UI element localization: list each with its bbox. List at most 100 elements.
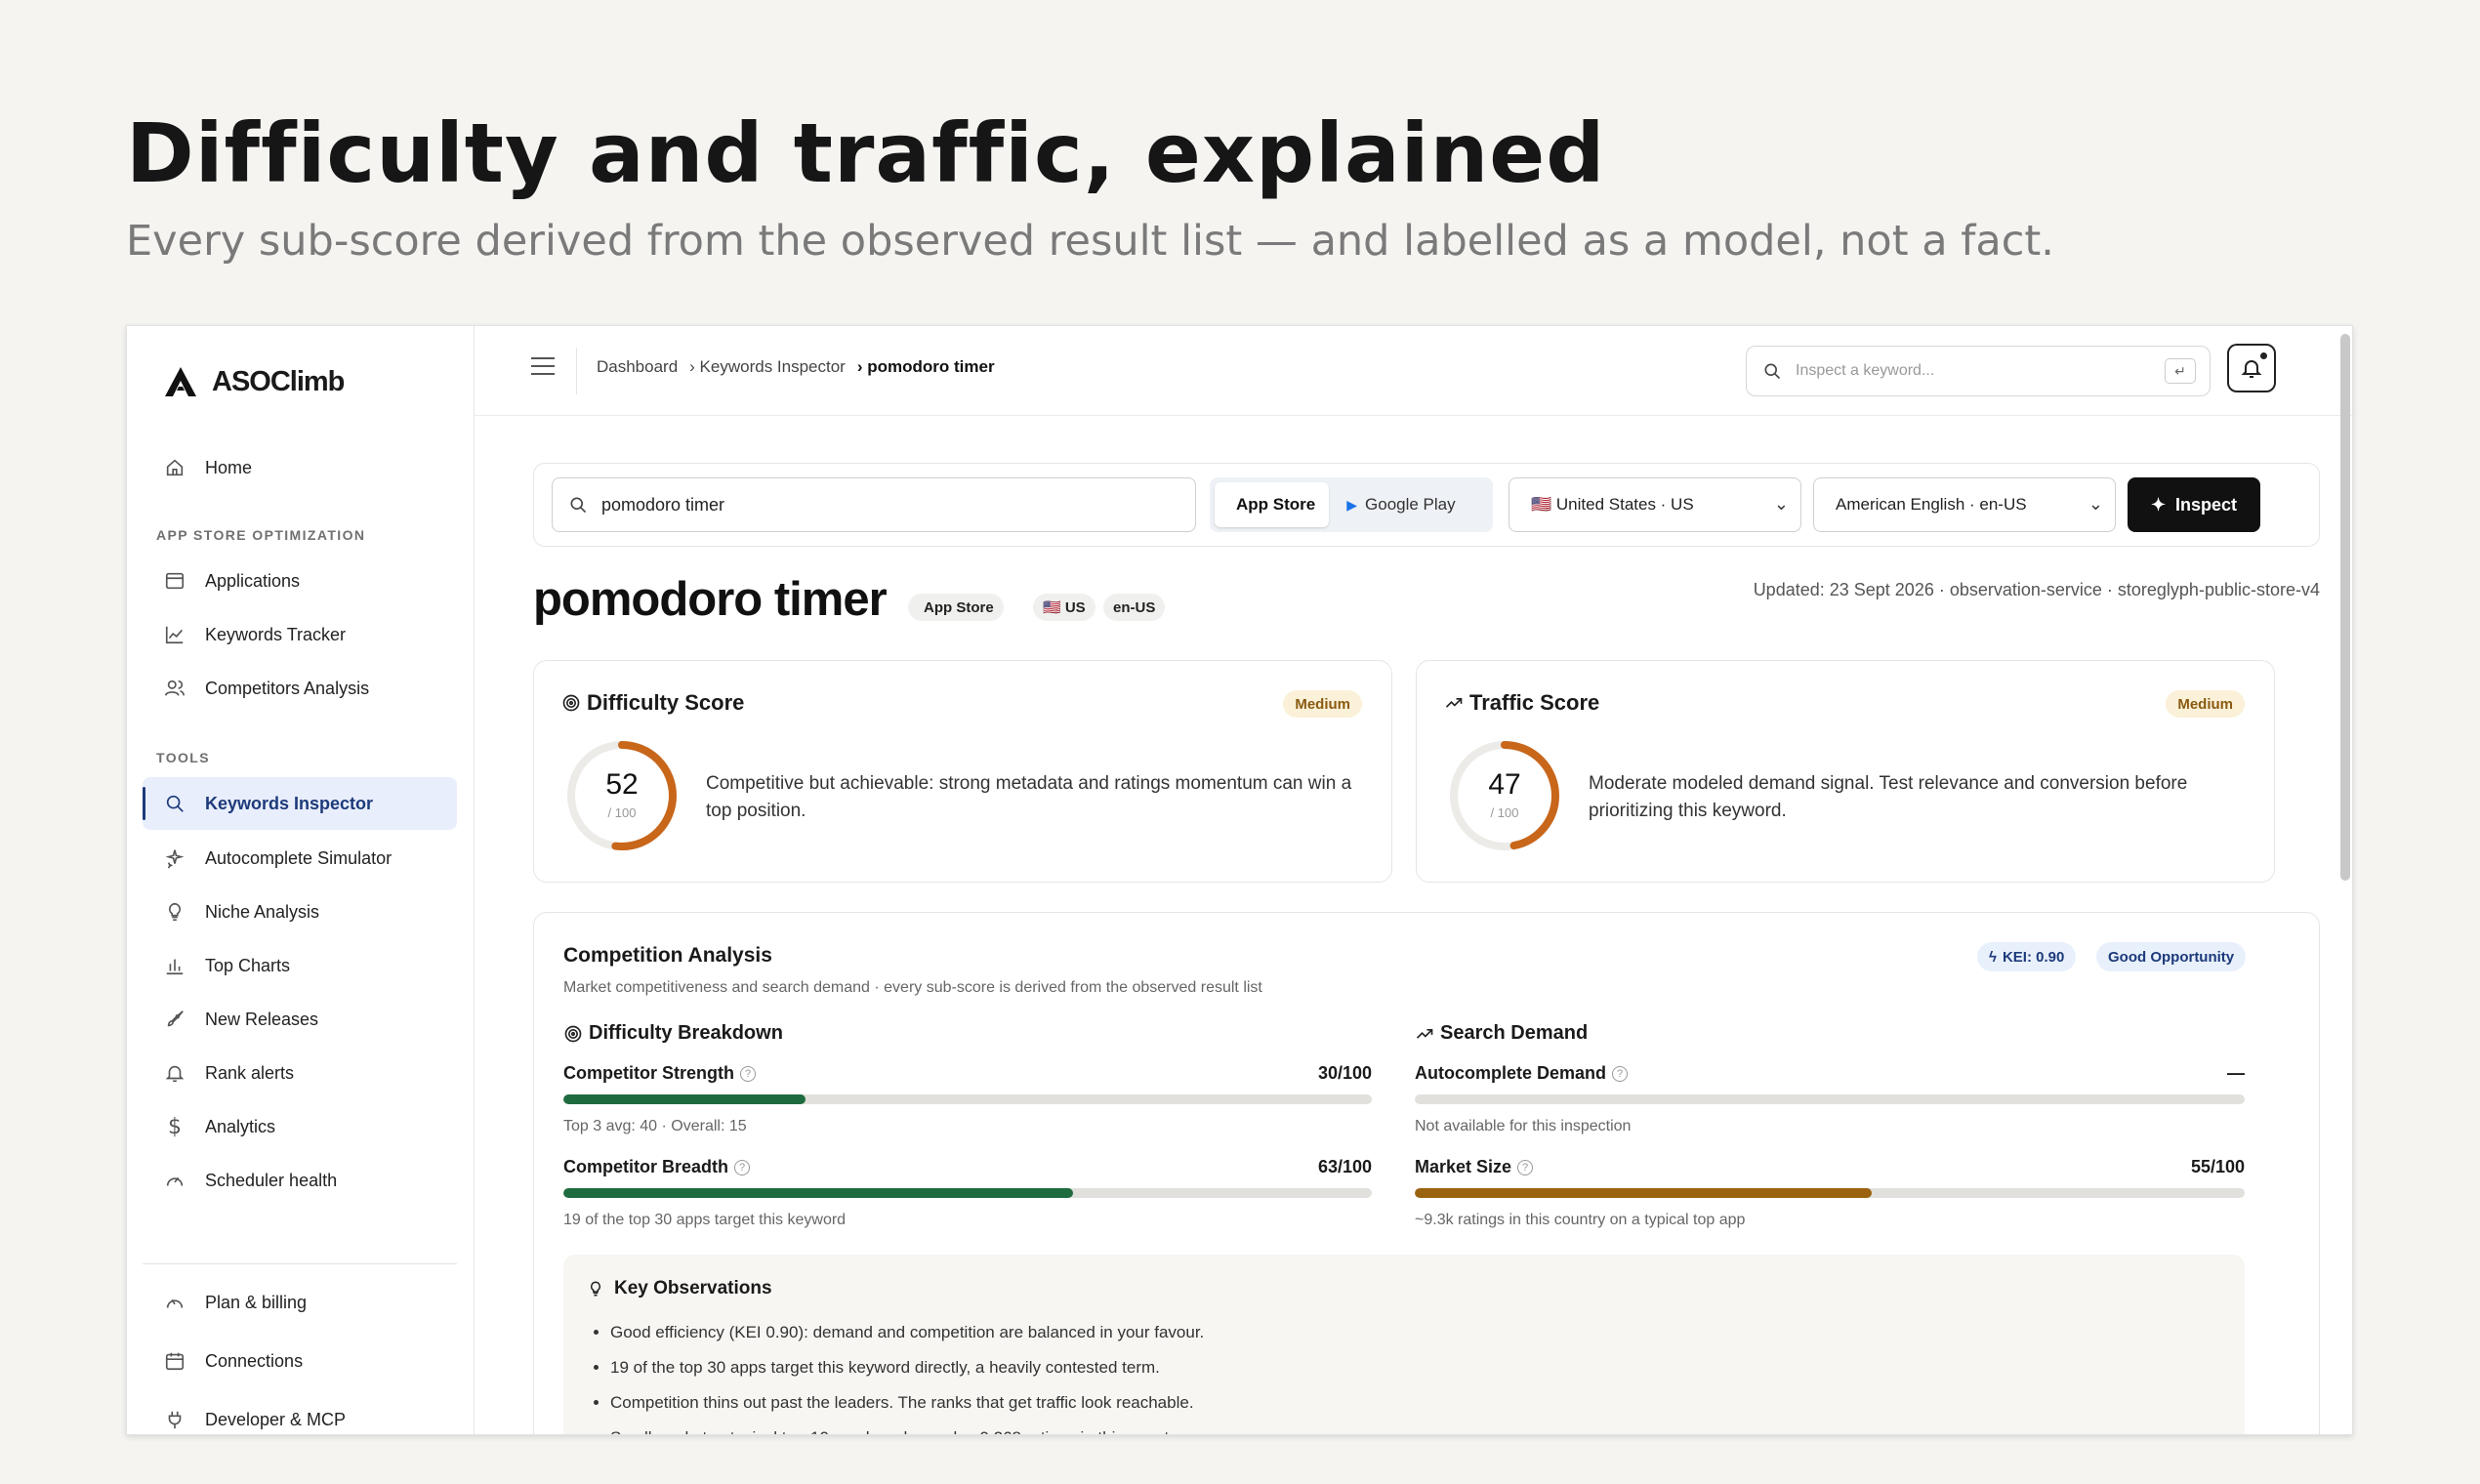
sidebar-item-keywords-tracker[interactable]: Keywords Tracker [143,608,457,661]
opportunity-tag: Good Opportunity [2096,942,2247,971]
bar-chart-icon [164,955,186,976]
sidebar-item-new-releases[interactable]: New Releases [143,993,457,1046]
observations-list: Good efficiency (KEI 0.90): demand and c… [610,1315,2221,1434]
search-icon [1764,363,1781,380]
help-icon[interactable]: ? [1517,1159,1534,1175]
sidebar-item-label: Applications [205,570,301,591]
sidebar-item-autocomplete-simulator[interactable]: Autocomplete Simulator [143,832,457,885]
competitor-strength-fill [563,1094,806,1104]
store-option-google-play[interactable]: ▶ Google Play [1333,482,1468,527]
competitor-breadth-track [563,1188,1372,1198]
market-size-label: Market Size ? [1415,1157,1534,1177]
difficulty-score-value: 52 [605,768,639,801]
autocomplete-demand-track [1415,1094,2245,1104]
search-icon [570,497,587,514]
metric-label-text: Market Size [1415,1157,1512,1176]
difficulty-card-title: Difficulty Score [561,690,744,716]
keyword-title: pomodoro timer [533,573,888,626]
sidebar-item-label: Connections [205,1350,304,1371]
traffic-card: Traffic Score Medium 47 / 100 Moderate m… [1416,660,2275,883]
key-observations-panel: Key Observations Good efficiency (KEI 0.… [563,1255,2245,1434]
sparkles-icon: ✦ [2150,494,2167,515]
metric-label-text: Autocomplete Demand [1415,1063,1607,1083]
app-logo[interactable]: ASOClimb [163,365,345,398]
help-icon[interactable]: ? [734,1159,751,1175]
country-select[interactable]: 🇺🇸 United States · US ⌄ [1509,477,1801,532]
help-icon[interactable]: ? [1612,1065,1629,1082]
sidebar-item-label: Niche Analysis [205,901,320,922]
store-option-app-store[interactable]: App Store [1215,482,1330,527]
language-select-value: American English · en-US [1836,495,2027,514]
bell-icon [2241,360,2262,378]
breadcrumb: Dashboard › Keywords Inspector › pomodor… [597,357,995,377]
card-title-text: Difficulty Score [587,690,745,715]
sidebar-item-rank-alerts[interactable]: Rank alerts [143,1047,457,1099]
autocomplete-demand-label: Autocomplete Demand ? [1415,1063,1629,1084]
section-heading-text: Search Demand [1440,1022,1589,1044]
top-search-input[interactable]: Inspect a keyword... ↵ [1746,346,2211,396]
notification-dot [2260,352,2267,359]
competition-title: Competition Analysis [563,944,772,967]
sidebar-item-scheduler-health[interactable]: Scheduler health [143,1154,457,1207]
metric-label-text: Competitor Breadth [563,1157,729,1176]
sidebar-item-label: Top Charts [205,955,291,975]
sidebar-item-developer-mcp[interactable]: Developer & MCP [143,1393,457,1434]
market-size-track [1415,1188,2245,1198]
bell-icon [164,1062,186,1084]
updated-text: Updated: 23 Sept 2026 · observation-serv… [1753,580,2320,599]
sidebar-item-keywords-inspector[interactable]: Keywords Inspector [143,777,457,830]
competitor-breadth-note: 19 of the top 30 apps target this keywor… [563,1212,847,1228]
section-label-tools: TOOLS [156,750,210,765]
sidebar-item-label: Autocomplete Simulator [205,847,393,868]
sidebar-item-connections[interactable]: Connections [143,1335,457,1387]
language-select[interactable]: American English · en-US ⌄ [1813,477,2116,532]
difficulty-breakdown-heading: Difficulty Breakdown [563,1022,783,1045]
section-heading-text: Difficulty Breakdown [589,1022,783,1044]
inspect-button[interactable]: ✦ Inspect [2128,477,2260,532]
play-icon: ▶ [1346,496,1358,513]
traffic-badge: Medium [2166,690,2245,718]
store-pill: App Store [908,594,1004,621]
traffic-score-value: 47 [1488,768,1521,801]
sidebar-item-applications[interactable]: Applications [143,555,457,607]
trending-up-icon [1416,1028,1433,1039]
home-icon [164,457,186,478]
sidebar-item-label: Keywords Tracker [205,624,347,644]
bolt-icon: ϟ [1989,948,1997,966]
language-pill: en-US [1103,594,1166,621]
keyword-input[interactable]: pomodoro timer [552,477,1196,532]
competition-card: Competition Analysis Market competitiven… [533,912,2320,1434]
competitor-strength-label: Competitor Strength ? [563,1063,756,1084]
breadcrumb-dashboard[interactable]: Dashboard [597,357,678,377]
sidebar-item-home[interactable]: Home [143,441,457,494]
sparkles-icon [164,847,186,869]
breadcrumb-keywords-inspector[interactable]: › Keywords Inspector [689,357,846,377]
inspect-toolbar: pomodoro timer App Store ▶ Google Play 🇺… [533,463,2320,547]
sidebar-item-top-charts[interactable]: Top Charts [143,939,457,992]
menu-icon[interactable] [531,357,555,377]
app-window: ASOClimb Home APP STORE OPTIMIZATION App… [126,325,2353,1435]
scrollbar[interactable] [2340,334,2350,881]
plug-icon [164,1409,186,1430]
enter-key-hint: ↵ [2165,358,2196,384]
sidebar-item-label: Competitors Analysis [205,678,370,698]
line-chart-icon [164,624,186,645]
traffic-gauge: 47 / 100 [1446,737,1563,854]
sidebar-item-label: New Releases [205,1009,319,1029]
sidebar-item-plan-billing[interactable]: Plan & billing [143,1276,457,1329]
country-select-value: 🇺🇸 United States · US [1531,495,1694,514]
notifications-button[interactable] [2227,344,2276,392]
help-icon[interactable]: ? [740,1065,756,1082]
calendar-icon [164,1350,186,1372]
window-icon [164,570,186,592]
sidebar-divider [143,1263,457,1264]
competitor-strength-value: 30/100 [1317,1063,1372,1083]
sidebar-item-analytics[interactable]: $ Analytics [143,1100,457,1153]
difficulty-description: Competitive but achievable: strong metad… [706,773,1352,821]
competitor-breadth-fill [563,1188,1073,1198]
sidebar-item-label: Home [205,457,253,477]
sidebar-item-niche-analysis[interactable]: Niche Analysis [143,886,457,938]
sidebar-item-competitors-analysis[interactable]: Competitors Analysis [143,662,457,715]
key-observations-title: Key Observations [587,1278,772,1299]
breadcrumb-current: › pomodoro timer [856,357,995,376]
